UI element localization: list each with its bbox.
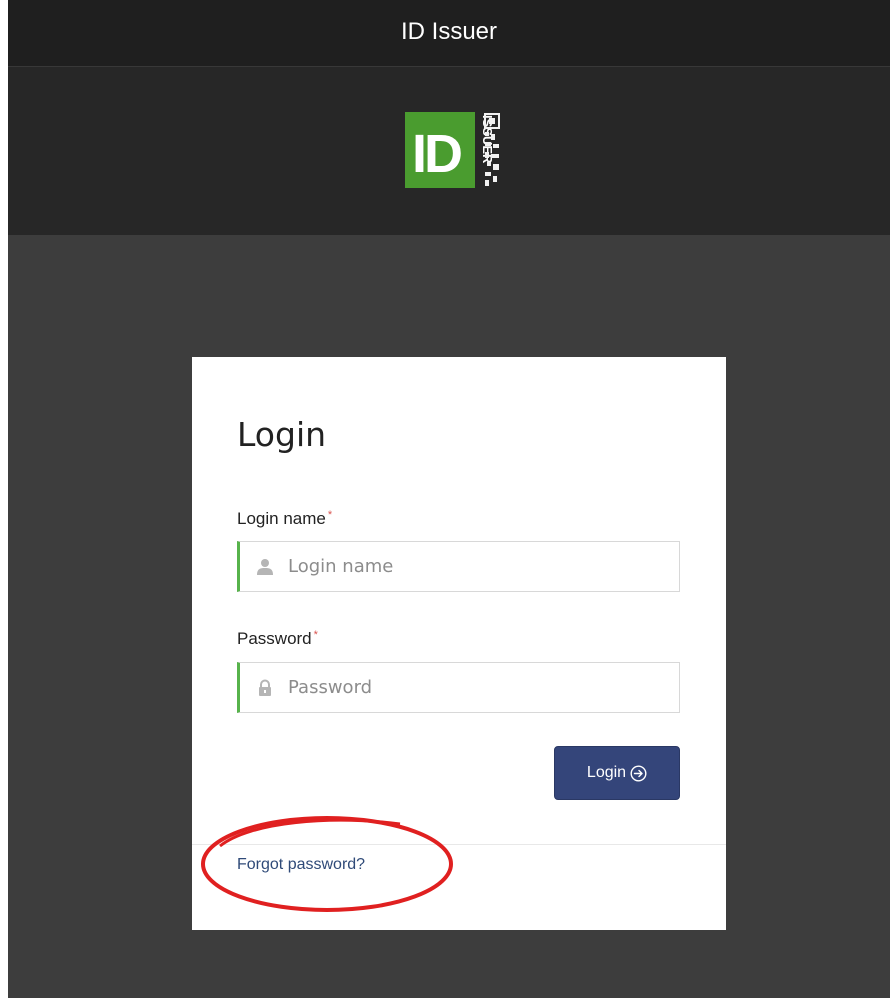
user-icon [257,559,273,575]
app-window: ID Issuer ID ISSUER Login Login name * L… [8,0,890,998]
required-marker: * [327,509,333,521]
login-name-input[interactable] [288,542,668,591]
login-name-field[interactable] [237,541,680,592]
arrow-right-circle-icon [630,764,647,782]
title-bar: ID Issuer [8,0,890,67]
window-title: ID Issuer [400,18,498,45]
forgot-password-link[interactable]: Forgot password? [237,856,365,874]
required-marker: * [313,629,318,641]
login-heading: Login [237,415,327,454]
lock-icon [259,679,271,696]
login-button-label: Login [586,764,627,781]
login-button[interactable]: Login [554,746,680,800]
password-field[interactable] [237,662,680,713]
password-input[interactable] [288,663,668,712]
logo-big-text: ID [412,124,461,184]
login-name-label-text: Login name [237,509,326,528]
password-label-text: Password [237,629,312,648]
login-name-label: Login name * [237,509,332,529]
card-divider [192,844,726,845]
header-band: ID ISSUER [8,67,890,235]
login-card: Login Login name* Password* Login [192,357,726,930]
password-label: Password * [237,629,318,649]
id-issuer-logo: ID ISSUER [405,112,500,188]
